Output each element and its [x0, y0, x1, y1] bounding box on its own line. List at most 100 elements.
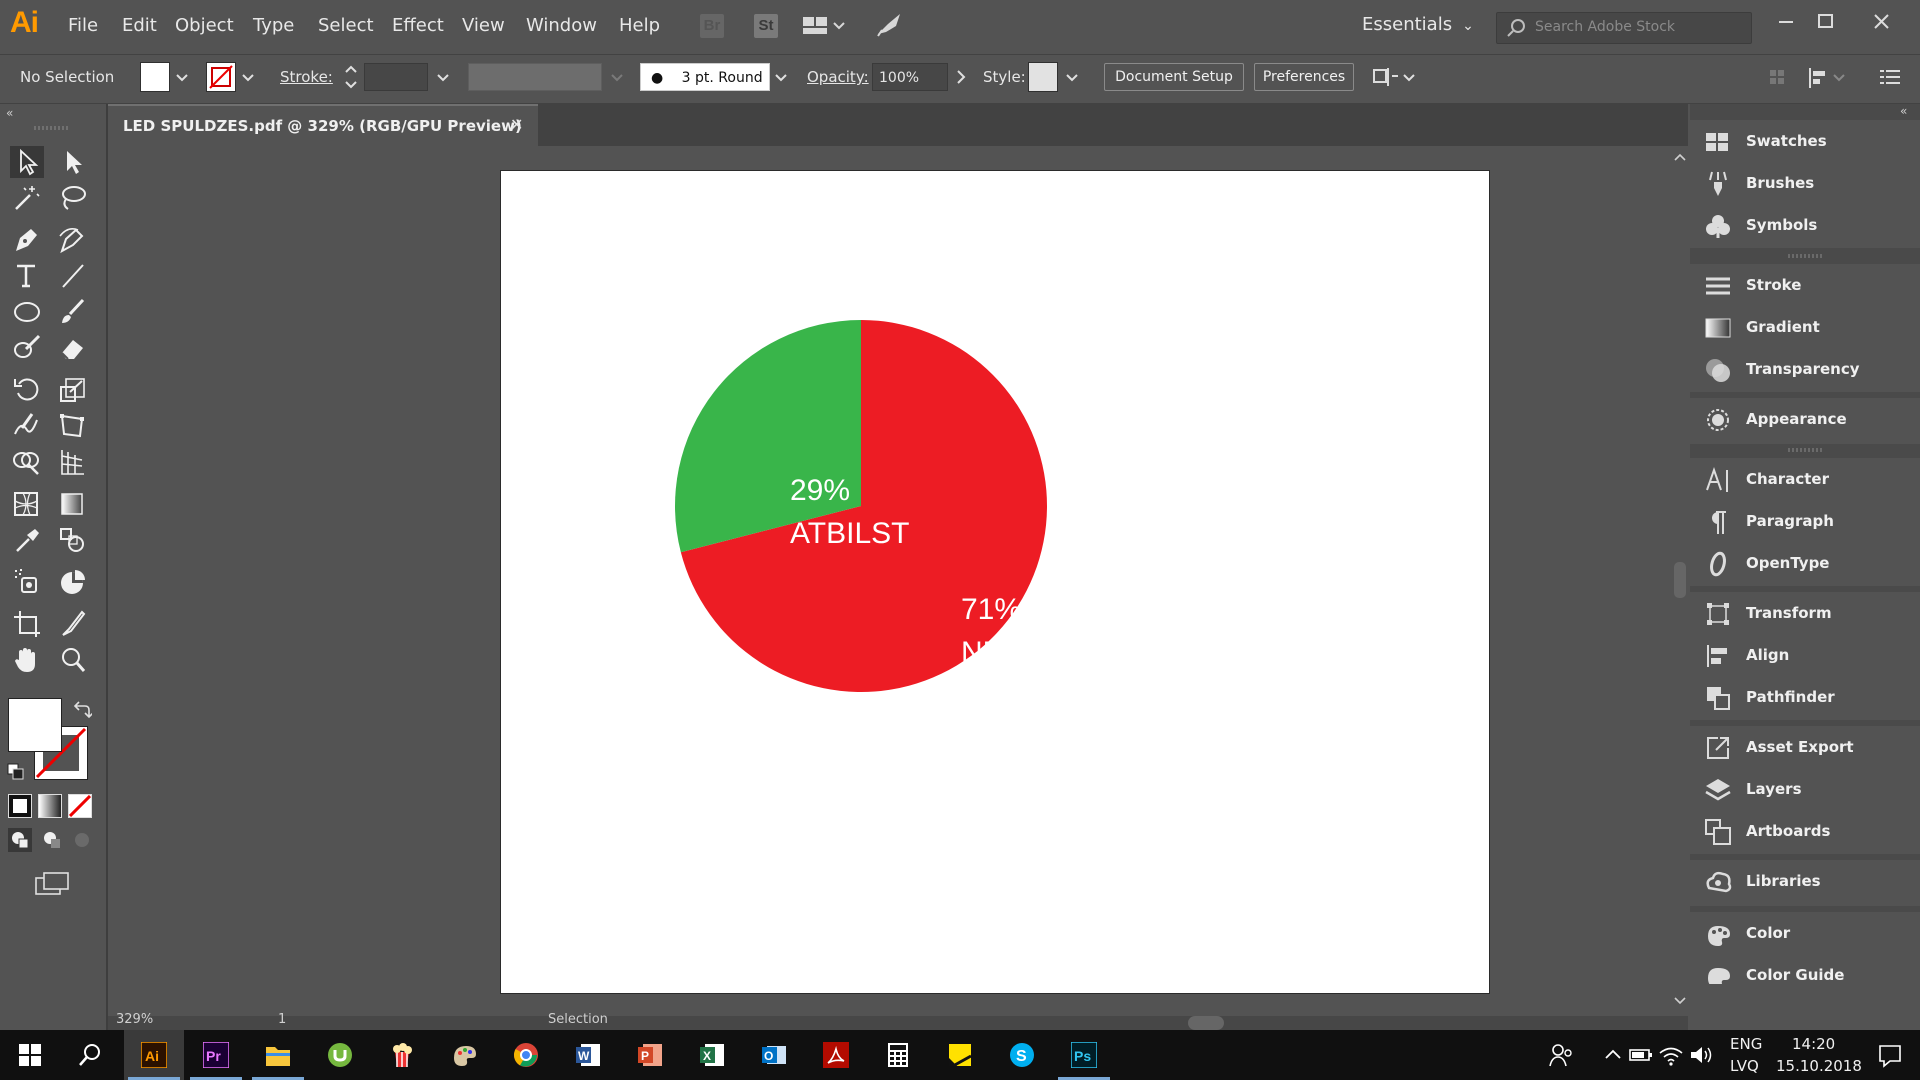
fill-dropdown[interactable] [171, 62, 193, 92]
gradient-mode-button[interactable] [38, 794, 62, 818]
draw-normal-icon[interactable] [8, 828, 32, 852]
taskbar-file-explorer[interactable] [248, 1030, 308, 1080]
panel-artboards[interactable]: Artboards [1690, 812, 1920, 852]
artboard-tool-icon[interactable] [10, 608, 44, 640]
people-icon[interactable] [1540, 1030, 1580, 1080]
menu-edit[interactable]: Edit [122, 15, 157, 36]
arrange-documents-icon[interactable] [800, 12, 848, 44]
scroll-down-arrow-icon[interactable] [1674, 997, 1686, 1005]
bridge-icon[interactable]: Br [700, 14, 724, 38]
scale-tool-icon[interactable] [56, 374, 90, 406]
gpu-performance-icon[interactable] [874, 10, 910, 42]
workspace-switcher[interactable]: Essentials ⌄ [1362, 14, 1474, 35]
draw-behind-icon[interactable] [40, 828, 64, 852]
zoom-tool-icon[interactable] [56, 644, 90, 676]
menu-object[interactable]: Object [175, 15, 234, 36]
mesh-tool-icon[interactable] [10, 488, 44, 520]
taskbar-skype[interactable]: S [992, 1030, 1052, 1080]
stock-icon[interactable]: St [754, 14, 778, 38]
taskbar-outlook[interactable]: O [744, 1030, 804, 1080]
collapse-panels-icon[interactable]: « [1900, 104, 1907, 118]
taskbar-chrome[interactable] [496, 1030, 556, 1080]
menu-window[interactable]: Window [526, 15, 597, 36]
fill-color-box-front[interactable] [8, 698, 62, 752]
panel-brushes[interactable]: Brushes [1690, 164, 1920, 204]
type-tool-icon[interactable] [10, 260, 44, 292]
graphic-style-swatch[interactable] [1028, 62, 1058, 92]
action-center-icon[interactable] [1860, 1030, 1920, 1080]
panel-paragraph[interactable]: Paragraph [1690, 502, 1920, 542]
search-stock-input[interactable]: Search Adobe Stock [1496, 12, 1752, 44]
panel-transparency[interactable]: Transparency [1690, 350, 1920, 390]
toolbar-grip[interactable] [34, 126, 68, 130]
free-transform-tool-icon[interactable] [56, 410, 90, 442]
taskbar-calculator[interactable] [868, 1030, 928, 1080]
distribute-icon[interactable] [1764, 62, 1794, 92]
warp-tool-icon[interactable] [10, 410, 44, 442]
panel-transform[interactable]: Transform [1690, 594, 1920, 634]
close-window-icon[interactable] [1864, 6, 1900, 38]
panel-libraries[interactable]: Libraries [1690, 862, 1920, 902]
line-tool-icon[interactable] [56, 260, 90, 292]
menu-file[interactable]: File [68, 15, 98, 36]
stroke-weight-dropdown[interactable] [432, 62, 454, 92]
wifi-icon[interactable] [1656, 1030, 1684, 1080]
panel-appearance[interactable]: Appearance [1690, 400, 1920, 440]
panel-color[interactable]: Color [1690, 914, 1920, 954]
direct-selection-tool-icon[interactable] [56, 146, 90, 178]
artboard[interactable]: 29% ATBILST 71% NEATBILST [500, 170, 1490, 994]
clock-date[interactable]: 15.10.2018 [1776, 1057, 1862, 1075]
magic-wand-tool-icon[interactable] [10, 182, 44, 214]
opacity-label[interactable]: Opacity: [807, 68, 869, 86]
taskbar-powerpoint[interactable]: P [620, 1030, 680, 1080]
blend-tool-icon[interactable] [56, 524, 90, 556]
pie-graph-tool-icon[interactable] [56, 566, 90, 598]
menu-view[interactable]: View [462, 15, 505, 36]
shaper-tool-icon[interactable] [10, 332, 44, 364]
eraser-tool-icon[interactable] [56, 332, 90, 364]
paintbrush-tool-icon[interactable] [56, 296, 90, 328]
scroll-up-arrow-icon[interactable] [1674, 153, 1686, 161]
brush-definition[interactable]: ● 3 pt. Round [640, 63, 770, 91]
stroke-swatch[interactable] [206, 62, 236, 92]
close-document-icon[interactable]: ✕ [510, 115, 523, 134]
status-mode-label[interactable]: Selection [548, 1012, 608, 1027]
language-indicator-primary[interactable]: ENG [1730, 1035, 1762, 1053]
panel-pathfinder[interactable]: Pathfinder [1690, 678, 1920, 718]
panel-grip-2[interactable] [1788, 448, 1822, 452]
taskbar-illustrator[interactable]: Ai [124, 1030, 184, 1080]
none-mode-button[interactable] [68, 794, 92, 818]
canvas-area[interactable]: 29% ATBILST 71% NEATBILST [108, 146, 1668, 1030]
taskbar-sticky-notes[interactable] [930, 1030, 990, 1080]
vertical-scrollbar[interactable] [1672, 146, 1688, 1030]
control-bar-menu-icon[interactable] [1874, 62, 1906, 92]
start-button[interactable] [0, 1030, 60, 1080]
gradient-tool-icon[interactable] [56, 488, 90, 520]
opacity-flyout-arrow[interactable] [950, 62, 972, 92]
panel-layers[interactable]: Layers [1690, 770, 1920, 810]
draw-inside-icon[interactable] [70, 828, 94, 852]
slice-tool-icon[interactable] [56, 608, 90, 640]
artboard-number-field[interactable]: 1 [278, 1012, 286, 1027]
curvature-tool-icon[interactable] [56, 224, 90, 256]
panel-align[interactable]: Align [1690, 636, 1920, 676]
shape-builder-tool-icon[interactable] [10, 446, 44, 478]
document-setup-button[interactable]: Document Setup [1104, 63, 1244, 91]
document-tab[interactable]: LED SPULDZES.pdf @ 329% (RGB/GPU Preview… [108, 104, 538, 146]
lasso-tool-icon[interactable] [56, 182, 90, 214]
taskbar-premiere[interactable]: Pr [186, 1030, 246, 1080]
panel-gradient[interactable]: Gradient [1690, 308, 1920, 348]
zoom-level-field[interactable]: 329% [116, 1012, 153, 1027]
stroke-label[interactable]: Stroke: [280, 68, 333, 86]
panel-swatches[interactable]: Swatches [1690, 122, 1920, 162]
panel-color-guide[interactable]: Color Guide [1690, 956, 1920, 984]
hand-tool-icon[interactable] [10, 644, 44, 676]
panel-symbols[interactable]: Symbols [1690, 206, 1920, 246]
stroke-color-dropdown[interactable] [237, 62, 259, 92]
graphic-style-dropdown[interactable] [1061, 62, 1083, 92]
menu-select[interactable]: Select [318, 15, 374, 36]
perspective-grid-tool-icon[interactable] [56, 446, 90, 478]
panel-character[interactable]: Character [1690, 460, 1920, 500]
battery-icon[interactable] [1626, 1030, 1654, 1080]
minimize-window-icon[interactable] [1768, 6, 1804, 38]
